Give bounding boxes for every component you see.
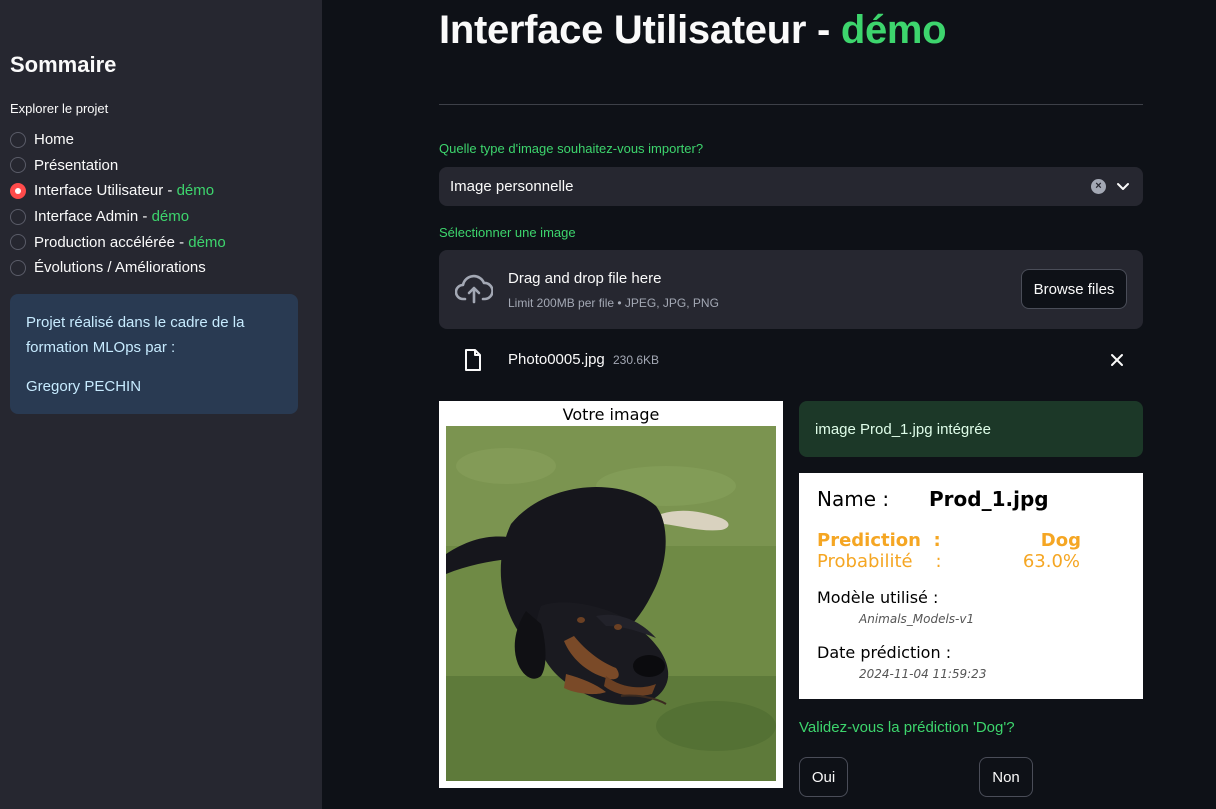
radio-label-accent: démo xyxy=(151,208,190,226)
info-box: Projet réalisé dans le cadre de la forma… xyxy=(10,294,298,414)
date-value: 2024-11-04 11:59:23 xyxy=(859,667,987,681)
nav-radio-presentation[interactable]: Présentation xyxy=(10,153,226,179)
uploaded-image-card: Votre image xyxy=(439,401,783,788)
nav-radio-interface-utilisateur[interactable]: Interface Utilisateur - démo xyxy=(10,178,226,204)
prediction-label: Prediction : xyxy=(817,530,941,551)
radio-label: Production accélérée - xyxy=(34,233,189,251)
radio-label: Interface Admin - xyxy=(34,208,152,226)
radio-circle-icon xyxy=(10,234,26,251)
image-type-select[interactable]: Image personnelle × xyxy=(439,167,1143,206)
radio-label: Interface Utilisateur - xyxy=(34,182,177,200)
uploader-label: Sélectionner une image xyxy=(439,225,576,240)
divider xyxy=(439,104,1143,105)
info-text: Projet réalisé dans le cadre de la forma… xyxy=(26,314,245,356)
image-caption: Votre image xyxy=(562,405,660,424)
nav-radio-group: Home Présentation Interface Utilisateur … xyxy=(10,127,226,281)
uploader-instructions: Drag and drop file here xyxy=(508,270,662,287)
model-value: Animals_Models-v1 xyxy=(859,612,975,626)
radio-circle-icon xyxy=(10,208,26,225)
nav-radio-production-acceleree[interactable]: Production accélérée - démo xyxy=(10,229,226,255)
sidebar: Sommaire Explorer le projet Home Présent… xyxy=(0,0,322,809)
date-label: Date prédiction : xyxy=(817,643,952,662)
file-uploader-dropzone[interactable]: Drag and drop file here Limit 200MB per … xyxy=(439,250,1143,329)
file-name: Photo0005.jpg xyxy=(508,351,605,368)
select-label: Quelle type d'image souhaitez-vous impor… xyxy=(439,141,704,156)
file-icon xyxy=(465,349,481,371)
probability-label: Probabilité : xyxy=(817,551,942,572)
radio-label: Home xyxy=(34,131,75,149)
radio-selected-icon xyxy=(10,182,26,199)
validate-question: Validez-vous la prédiction 'Dog'? xyxy=(799,719,1015,736)
file-size: 230.6KB xyxy=(613,353,660,367)
name-label: Name : xyxy=(817,487,890,511)
prediction-card: Name : Prod_1.jpg Prediction : Dog Proba… xyxy=(799,473,1143,699)
chevron-down-icon[interactable] xyxy=(1115,178,1131,194)
radio-circle-icon xyxy=(10,157,26,174)
yes-button[interactable]: Oui xyxy=(799,757,848,797)
radio-label: Présentation xyxy=(34,156,119,174)
uploader-limits: Limit 200MB per file • JPEG, JPG, PNG xyxy=(508,296,719,310)
page-title-text: Interface Utilisateur - xyxy=(439,8,841,52)
select-value: Image personnelle xyxy=(450,178,574,195)
prediction-value: Dog xyxy=(1040,530,1081,551)
nav-radio-evolutions[interactable]: Évolutions / Améliorations xyxy=(10,255,226,281)
radio-circle-icon xyxy=(10,131,26,148)
page-title: Interface Utilisateur - démo xyxy=(439,8,947,53)
nav-radio-home[interactable]: Home xyxy=(10,127,226,153)
name-value: Prod_1.jpg xyxy=(929,487,1049,511)
radio-circle-icon xyxy=(10,259,26,276)
dog-photo xyxy=(446,426,776,781)
close-icon[interactable] xyxy=(1109,352,1125,368)
radio-label: Évolutions / Améliorations xyxy=(34,259,206,277)
radio-label-accent: démo xyxy=(188,233,226,251)
info-author: Gregory PECHIN xyxy=(26,378,142,395)
cloud-upload-icon xyxy=(455,274,493,304)
sidebar-title: Sommaire xyxy=(10,52,117,77)
nav-radio-interface-admin[interactable]: Interface Admin - démo xyxy=(10,204,226,230)
radio-label-accent: démo xyxy=(176,182,215,200)
success-alert: image Prod_1.jpg intégrée xyxy=(799,401,1143,457)
radio-group-label: Explorer le projet xyxy=(10,101,109,116)
model-label: Modèle utilisé : xyxy=(817,588,939,607)
browse-files-button[interactable]: Browse files xyxy=(1021,269,1127,309)
probability-value: 63.0% xyxy=(1022,551,1080,572)
page-title-accent: démo xyxy=(840,8,947,52)
no-button[interactable]: Non xyxy=(979,757,1033,797)
clear-icon[interactable]: × xyxy=(1091,179,1106,194)
uploaded-file-row: Photo0005.jpg 230.6KB xyxy=(439,340,1143,382)
